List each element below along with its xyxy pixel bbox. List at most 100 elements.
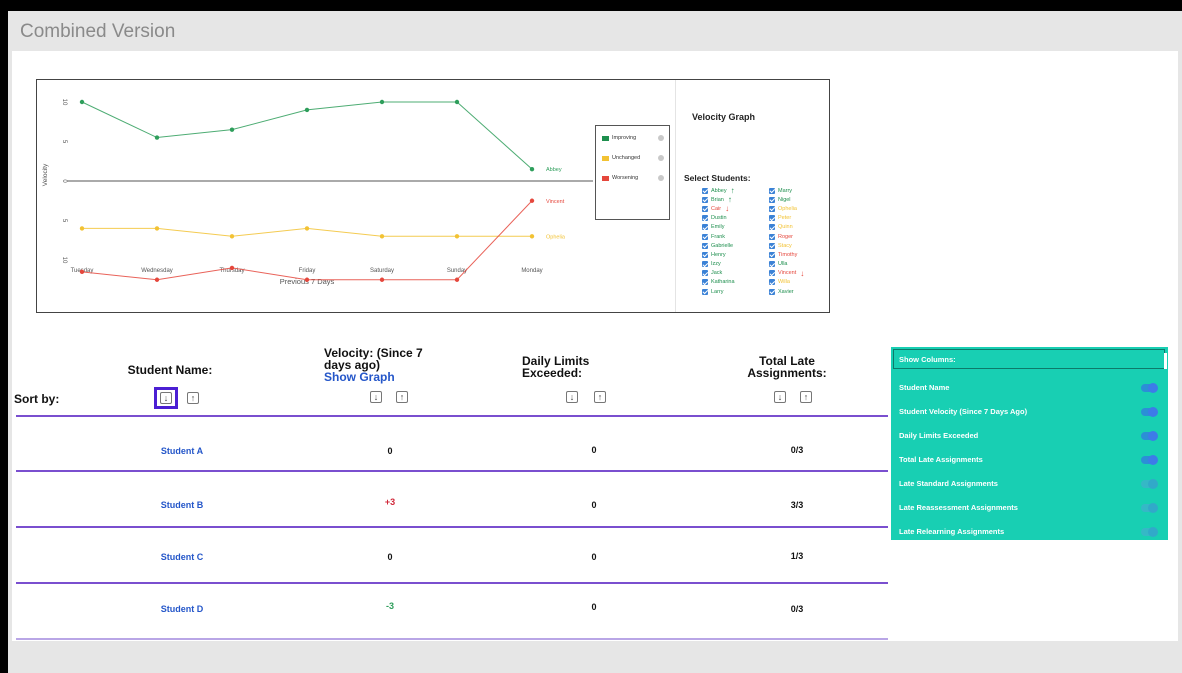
legend-item-improving[interactable]: Improving [602, 135, 636, 141]
student-checkbox-peter[interactable]: Peter [769, 214, 804, 223]
checkbox-icon[interactable] [769, 205, 775, 212]
student-checkbox-xavier[interactable]: Xavier [769, 287, 804, 296]
column-option-label: Daily Limits Exceeded [899, 431, 979, 440]
data-point [229, 234, 235, 239]
checkbox-icon[interactable] [702, 224, 708, 231]
sort-late-desc-button[interactable]: ↓ [774, 391, 786, 403]
checkbox-icon[interactable] [769, 187, 775, 194]
student-label: Peter [778, 215, 792, 222]
student-checkbox-willa[interactable]: Willa [769, 278, 804, 287]
checkbox-icon[interactable] [702, 279, 708, 286]
sort-velocity-asc-button[interactable]: ↑ [396, 391, 408, 403]
checkbox-icon[interactable] [769, 224, 775, 231]
velocity-chart-panel: 1050510VelocityTuesdayWednesdayThursdayF… [36, 79, 830, 313]
student-name-link[interactable]: Student C [142, 552, 222, 562]
student-label: Marry [778, 187, 793, 194]
checkbox-icon[interactable] [769, 270, 775, 277]
checkbox-icon[interactable] [702, 251, 708, 258]
velocity-cell: +3 [384, 497, 396, 507]
column-toggle-switch[interactable] [1141, 503, 1158, 513]
scrollbar[interactable] [1164, 353, 1167, 369]
student-checkbox-roger[interactable]: Roger [769, 232, 804, 241]
data-point [454, 234, 460, 239]
checkbox-icon[interactable] [769, 251, 775, 258]
sort-name-asc-button[interactable]: ↑ [187, 392, 199, 404]
series-end-label: Vincent [546, 199, 565, 205]
info-icon[interactable] [658, 175, 664, 181]
checkbox-icon[interactable] [702, 187, 708, 194]
arrow-down-icon: ↓ [800, 268, 805, 278]
checkbox-icon[interactable] [702, 261, 708, 268]
checkbox-icon[interactable] [702, 215, 708, 222]
x-tick-label: Friday [299, 268, 316, 274]
info-icon[interactable] [658, 155, 664, 161]
checkbox-icon[interactable] [769, 242, 775, 249]
student-checkbox-quinn[interactable]: Quinn [769, 223, 804, 232]
checkbox-icon[interactable] [702, 288, 708, 295]
checkbox-icon[interactable] [702, 242, 708, 249]
student-checkbox-jack[interactable]: Jack [702, 269, 735, 278]
student-checkbox-dustin[interactable]: Dustin [702, 214, 735, 223]
x-tick-label: Saturday [370, 268, 394, 274]
column-toggle-switch[interactable] [1141, 431, 1158, 441]
student-checkbox-stacy[interactable]: Stacy [769, 241, 804, 250]
series-end-label: Ophelia [546, 234, 566, 240]
checkbox-icon[interactable] [769, 196, 775, 203]
velocity-line-chart: 1050510VelocityTuesdayWednesdayThursdayF… [42, 99, 593, 286]
checkbox-icon[interactable] [769, 261, 775, 268]
data-point [229, 265, 235, 271]
checkbox-icon[interactable] [702, 196, 708, 203]
student-checkbox-nigel[interactable]: Nigel [769, 195, 804, 204]
show-graph-link[interactable]: Show Graph [324, 371, 444, 383]
student-checkbox-marry[interactable]: Marry [769, 186, 804, 195]
header-late-line2: Assignments: [747, 366, 827, 380]
student-checkbox-henry[interactable]: Henry [702, 250, 735, 259]
app-window: Combined Version 1050510VelocityTuesdayW… [8, 11, 1182, 673]
student-label: Quinn [778, 224, 793, 231]
legend-item-unchanged[interactable]: Unchanged [602, 155, 640, 161]
checkbox-icon[interactable] [769, 233, 775, 240]
sort-name-desc-button[interactable]: ↓ [160, 392, 172, 404]
student-name-link[interactable]: Student A [142, 446, 222, 456]
student-checkbox-timothy[interactable]: Timothy [769, 250, 804, 259]
column-toggle-switch[interactable] [1141, 383, 1158, 393]
row-divider [16, 470, 888, 472]
x-tick-label: Wednesday [141, 268, 173, 274]
checkbox-icon[interactable] [769, 288, 775, 295]
sort-late-asc-button[interactable]: ↑ [800, 391, 812, 403]
sort-limits-desc-button[interactable]: ↓ [566, 391, 578, 403]
checkbox-icon[interactable] [769, 215, 775, 222]
student-label: Henry [711, 251, 726, 258]
data-point [79, 226, 85, 231]
info-icon[interactable] [658, 135, 664, 141]
student-checkbox-emily[interactable]: Emily [702, 223, 735, 232]
checkbox-icon[interactable] [769, 279, 775, 286]
student-checkbox-larry[interactable]: Larry [702, 287, 735, 296]
student-name-link[interactable]: Student D [142, 604, 222, 614]
column-toggle-switch[interactable] [1141, 479, 1158, 489]
velocity-cell: -3 [385, 601, 394, 611]
student-checkbox-ophelia[interactable]: Ophelia [769, 204, 804, 213]
student-checkbox-frank[interactable]: Frank [702, 232, 735, 241]
column-toggle-switch[interactable] [1141, 527, 1158, 537]
checkbox-icon[interactable] [702, 205, 708, 212]
sort-velocity-desc-button[interactable]: ↓ [370, 391, 382, 403]
legend-label: Improving [612, 135, 637, 141]
sort-limits-asc-button[interactable]: ↑ [594, 391, 606, 403]
student-checkbox-gabrielle[interactable]: Gabrielle [702, 241, 735, 250]
student-checkbox-vincent[interactable]: Vincent ↓ [769, 269, 804, 278]
student-checkbox-katharina[interactable]: Katharina [702, 278, 735, 287]
student-checkbox-cair[interactable]: Cair ↓ [702, 204, 735, 213]
column-toggle-switch[interactable] [1141, 455, 1158, 465]
checkbox-icon[interactable] [702, 270, 708, 277]
student-checkbox-brian[interactable]: Brian ↑ [702, 195, 735, 204]
data-point [154, 277, 160, 282]
student-checkbox-abbey[interactable]: Abbey ↑ [702, 186, 735, 195]
student-checkbox-ulla[interactable]: Ulla [769, 260, 804, 269]
student-checkbox-izzy[interactable]: Izzy [702, 260, 735, 269]
student-name-link[interactable]: Student B [142, 500, 222, 510]
legend-item-worsening[interactable]: Worsening [602, 175, 638, 181]
checkbox-icon[interactable] [702, 233, 708, 240]
column-toggle-switch[interactable] [1141, 407, 1158, 417]
data-point [454, 277, 460, 282]
